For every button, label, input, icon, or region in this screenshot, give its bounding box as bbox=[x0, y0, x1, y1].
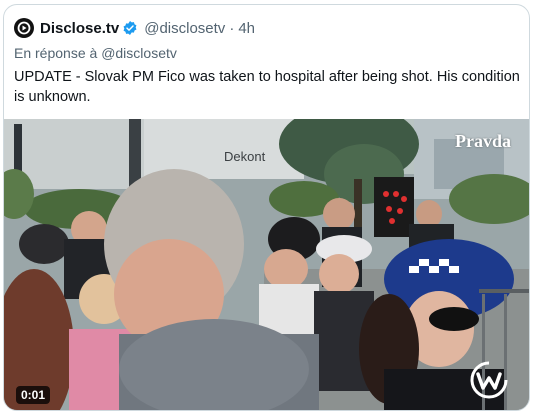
tweet-text: UPDATE - Slovak PM Fico was taken to hos… bbox=[14, 69, 520, 105]
reply-context: En réponse à @disclosetv bbox=[14, 45, 177, 61]
disclose-logo-icon[interactable] bbox=[14, 18, 34, 38]
reply-prefix: En réponse à bbox=[14, 45, 98, 61]
tweet-header: Disclose.tv @disclosetv · 4h bbox=[14, 17, 255, 39]
verified-badge-icon bbox=[122, 20, 138, 36]
store-sign: Dekont bbox=[224, 149, 266, 164]
video-duration: 0:01 bbox=[16, 386, 51, 404]
w-logo-icon bbox=[469, 360, 509, 400]
author-name[interactable]: Disclose.tv bbox=[40, 20, 119, 37]
tweet-timestamp[interactable]: 4h bbox=[238, 20, 255, 37]
reply-handle-link[interactable]: @disclosetv bbox=[101, 45, 177, 61]
video-player[interactable]: Dekont Pravda 0:01 bbox=[4, 119, 529, 410]
tweet-card[interactable]: Disclose.tv @disclosetv · 4h En réponse … bbox=[3, 4, 530, 411]
separator-dot: · bbox=[229, 19, 235, 37]
video-frame: Dekont bbox=[4, 119, 529, 410]
author-handle[interactable]: @disclosetv bbox=[144, 20, 225, 37]
pravda-watermark: Pravda bbox=[455, 131, 511, 151]
